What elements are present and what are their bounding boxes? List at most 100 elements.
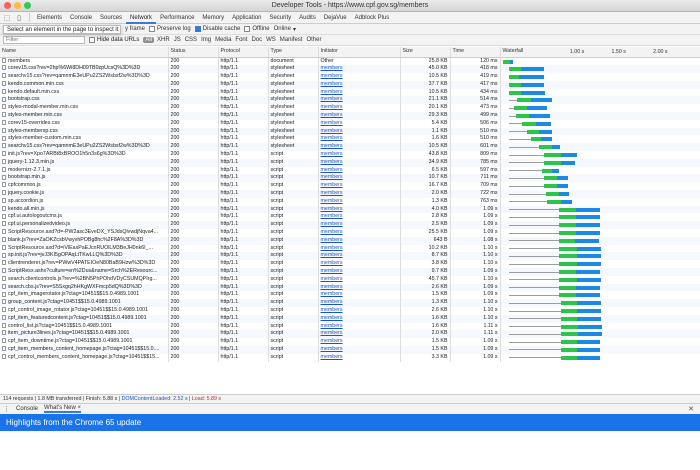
table-row[interactable]: kendo.all.min.js 200 http/1.1 script members… <box>0 205 700 214</box>
table-row[interactable]: cpf.ui.personalizedvideo.js 200 http/1.1 sc… <box>0 221 700 230</box>
column-name[interactable]: Name <box>0 47 169 58</box>
cell-name[interactable]: kendo.all.min.js <box>0 205 169 214</box>
table-row[interactable]: kendo.common.min.css 200 http/1.1 styleshee… <box>0 80 700 89</box>
cell-waterfall[interactable] <box>500 96 700 105</box>
table-row[interactable]: corev15-overrides.css 200 http/1.1 styleshe… <box>0 119 700 128</box>
table-row[interactable]: cpf_item_featuredcontent.js?ctag=10451$$… <box>0 314 700 323</box>
cell-initiator[interactable]: members <box>318 205 401 214</box>
column-time[interactable]: Time <box>450 47 501 58</box>
table-row[interactable]: kendo.default.min.css 200 http/1.1 styleshe… <box>0 88 700 97</box>
table-row[interactable]: cpf.ui.autologoutcms.js 200 http/1.1 script… <box>0 213 700 222</box>
cell-initiator[interactable]: members <box>318 275 401 284</box>
filter-type-media[interactable]: Media <box>214 37 232 43</box>
cell-waterfall[interactable] <box>500 104 700 113</box>
drawer-tab-console[interactable]: Console <box>16 406 38 412</box>
filter-type-manifest[interactable]: Manifest <box>279 37 304 43</box>
filter-type-other[interactable]: Other <box>305 37 322 43</box>
cell-name[interactable]: styles-member.min.css <box>0 112 169 120</box>
cell-name[interactable]: search.clientcontrols.js?rev=%2BN5PhPOhd… <box>0 275 169 284</box>
table-row[interactable]: search.cbs.js?rev=S5Sxgq2hHKgWXFmcp5dQ%3… <box>0 283 700 292</box>
offline-option[interactable]: Offline <box>244 26 270 32</box>
cell-waterfall[interactable] <box>500 65 700 74</box>
cell-initiator[interactable]: members <box>318 88 401 97</box>
preserve-log-option[interactable]: Preserve log <box>149 26 191 32</box>
cell-waterfall[interactable] <box>500 73 700 81</box>
cell-initiator[interactable]: members <box>318 260 401 269</box>
cell-name[interactable]: kendo.default.min.css <box>0 88 169 97</box>
table-row[interactable]: members 200 http/1.1 document Other 25.8 KB 12… <box>0 57 700 66</box>
cell-name[interactable]: control_list.js?ctag=10451$$15.0.4989.10… <box>0 322 169 331</box>
disable-cache-checkbox[interactable] <box>194 26 201 32</box>
cell-initiator[interactable]: members <box>318 143 401 152</box>
filter-type-ws[interactable]: WS <box>265 37 277 43</box>
hide-data-urls-option[interactable]: Hide data URLs <box>89 37 139 43</box>
cell-name[interactable]: modernizr-2.7.1.js <box>0 166 169 175</box>
cell-waterfall[interactable] <box>500 338 700 346</box>
filter-type-all[interactable]: All <box>143 37 155 43</box>
cell-initiator[interactable]: members <box>318 338 401 346</box>
cell-initiator[interactable]: members <box>318 158 401 167</box>
column-size[interactable]: Size <box>400 47 451 58</box>
filter-input[interactable] <box>3 36 85 44</box>
tab-memory[interactable]: Memory <box>198 12 228 24</box>
cell-waterfall[interactable] <box>500 112 700 120</box>
cell-name[interactable]: cpf_item_members_content_homepage.js?cta… <box>0 345 169 354</box>
inspect-element-icon[interactable]: ⬚ <box>2 13 12 23</box>
cell-initiator[interactable]: members <box>318 236 401 245</box>
table-row[interactable]: clientrenderer.js?rev=PWwV4PATEIOeN80BaB… <box>0 260 700 269</box>
cell-name[interactable]: cpfcommon.js <box>0 182 169 191</box>
table-row[interactable]: jquery-1.12.3.min.js 200 http/1.1 script mem… <box>0 158 700 167</box>
cell-initiator[interactable]: members <box>318 112 401 120</box>
cell-name[interactable]: clientrenderer.js?rev=PWwV4PATEIOeN80BaB… <box>0 260 169 269</box>
cell-name[interactable]: cpf_control_image_rotator.js?ctag=10451$… <box>0 307 169 315</box>
cell-name[interactable]: corev15.css?rev=2hp%6Wi8DH09TB0zpUcsQ%3D… <box>0 65 169 74</box>
table-row[interactable]: styles-modal-member.min.css 200 http/1.1 st… <box>0 104 700 113</box>
table-row[interactable]: cpf_item_imagerotator.js?ctag=10451$$15.… <box>0 291 700 300</box>
cell-name[interactable]: cpf.ui.autologoutcms.js <box>0 213 169 222</box>
throttling-select[interactable]: Online ▾ <box>274 26 296 33</box>
cell-initiator[interactable]: members <box>318 322 401 331</box>
cell-name[interactable]: cpf_item_featuredcontent.js?ctag=10451$$… <box>0 314 169 323</box>
cell-waterfall[interactable] <box>500 345 700 354</box>
cell-name[interactable]: sp.init.js?rev=jvJ3KI5gOPAqLtTKwLLQ%3D%3… <box>0 252 169 261</box>
cell-name[interactable]: jquery.cookie.js <box>0 190 169 198</box>
zoom-window-button[interactable] <box>24 2 31 9</box>
column-initiator[interactable]: Initiator <box>318 47 401 58</box>
cell-initiator[interactable]: members <box>318 252 401 261</box>
cell-name[interactable]: cpf_item_imagerotator.js?ctag=10451$$15.… <box>0 291 169 300</box>
close-window-button[interactable] <box>4 2 11 9</box>
close-drawer-icon[interactable]: ✕ <box>688 405 694 413</box>
cell-initiator[interactable]: members <box>318 190 401 198</box>
table-row[interactable]: cpf_control_image_rotator.js?ctag=10451$… <box>0 307 700 315</box>
cell-name[interactable]: blank.js?rev=ZaOKZcsbVwyvhPOBg8hc%2F8A%3… <box>0 236 169 245</box>
cell-waterfall[interactable] <box>500 158 700 167</box>
cell-initiator[interactable]: members <box>318 96 401 105</box>
table-row[interactable]: blank.js?rev=ZaOKZcsbVwyvhPOBg8hc%2F8A%3… <box>0 236 700 245</box>
cell-name[interactable]: members <box>0 57 169 66</box>
table-row[interactable]: styles-member-custom.min.css 200 http/1.1 s… <box>0 135 700 144</box>
cell-initiator[interactable]: members <box>318 345 401 354</box>
cell-name[interactable]: ScriptResource.axd?d=-PW2asc3EveDX_YSJds… <box>0 229 169 237</box>
cell-name[interactable]: cpf_item_downtime.js?ctag=10451$$15.0.49… <box>0 338 169 346</box>
tab-sources[interactable]: Sources <box>96 12 126 24</box>
cell-initiator[interactable]: members <box>318 127 401 136</box>
cell-waterfall[interactable] <box>500 268 700 276</box>
table-row[interactable]: jquery.cookie.js 200 http/1.1 script members… <box>0 190 700 198</box>
tab-dejavue[interactable]: DejaVue <box>320 12 351 24</box>
cell-name[interactable]: ScriptResource.axd?d=iVlEaxPaEJcnRUOlLM3… <box>0 244 169 253</box>
group-by-frame-option[interactable]: y frame <box>125 26 145 32</box>
table-row[interactable]: sp.init.js?rev=jvJ3KI5gOPAqLtTKwLLQ%3D%3… <box>0 252 700 261</box>
cell-initiator[interactable]: members <box>318 65 401 74</box>
cell-initiator[interactable]: members <box>318 283 401 292</box>
cell-name[interactable]: init.js?rev=Xpo7ARBt8xBROO1h5n3s6g%3D%3D <box>0 151 169 159</box>
table-row[interactable]: cpf_control_members_content_homepage.js?… <box>0 353 700 362</box>
table-row[interactable]: corev15.css?rev=2hp%6Wi8DH09TB0zpUcsQ%3D… <box>0 65 700 74</box>
minimize-window-button[interactable] <box>14 2 21 9</box>
filter-type-font[interactable]: Font <box>234 37 248 43</box>
table-row[interactable]: modernizr-2.7.1.js 200 http/1.1 script membe… <box>0 166 700 175</box>
cell-waterfall[interactable] <box>500 307 700 315</box>
tab-console[interactable]: Console <box>66 12 96 24</box>
cell-initiator[interactable]: members <box>318 104 401 113</box>
cell-name[interactable]: styles-member-custom.min.css <box>0 135 169 144</box>
cell-waterfall[interactable] <box>500 299 700 307</box>
